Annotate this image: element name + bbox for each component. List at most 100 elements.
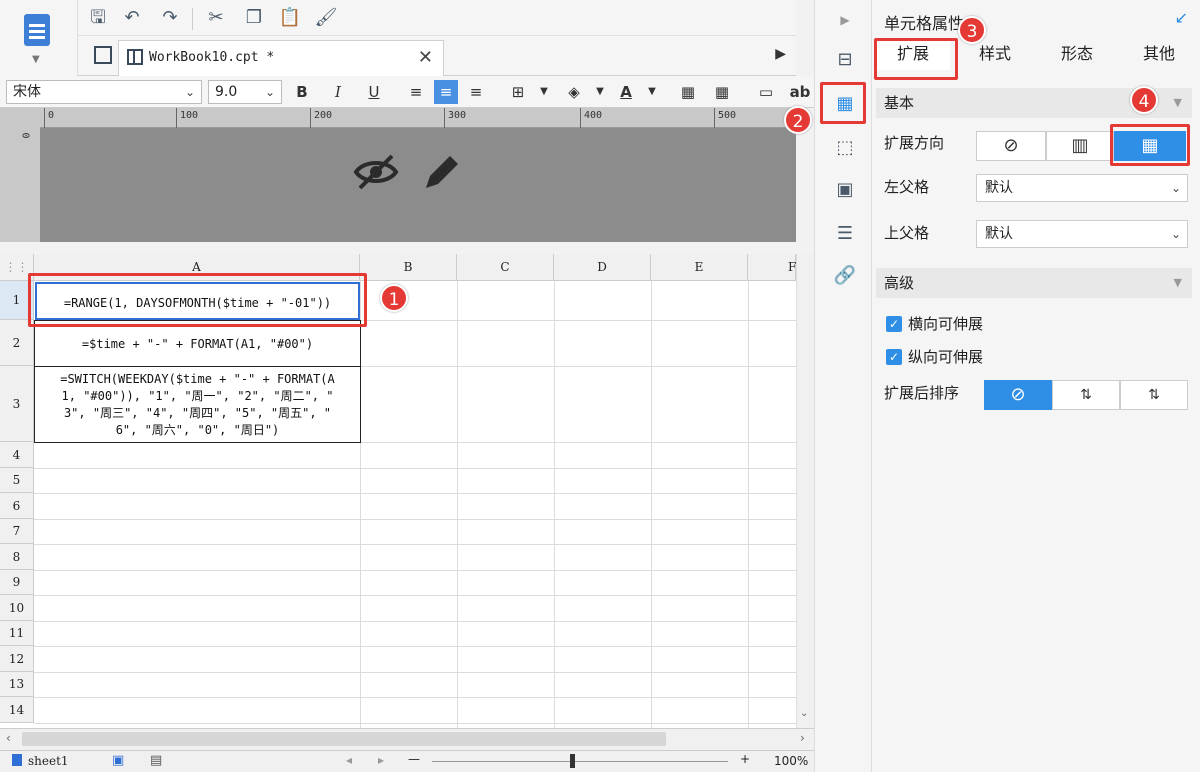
tab-workbook[interactable]: WorkBook10.cpt * ✕ — [118, 40, 444, 76]
row-header-6[interactable]: 6 — [0, 493, 34, 519]
template-icon[interactable]: ⊟ — [833, 48, 857, 72]
font-size-select[interactable]: 9.0 ⌄ — [208, 80, 282, 104]
row-header-13[interactable]: 13 — [0, 672, 34, 697]
edit-pencil-icon[interactable] — [420, 150, 464, 198]
align-left-icon[interactable]: ≡ — [404, 80, 428, 104]
row-header-9[interactable]: 9 — [0, 570, 34, 595]
zoom-slider-track[interactable] — [432, 761, 728, 762]
hidden-eye-icon[interactable] — [352, 152, 400, 196]
link-icon[interactable]: 🔗 — [833, 264, 857, 288]
grid-line — [34, 621, 796, 622]
unmerge-cells-icon[interactable]: ▦ — [710, 80, 734, 104]
paste-icon[interactable]: 📋 — [278, 6, 302, 30]
text-field-icon[interactable]: ▭ — [754, 80, 778, 104]
next-sheet-icon[interactable]: ▸ — [378, 753, 384, 767]
expand-vertical-button[interactable]: ▥ — [1046, 131, 1114, 161]
tab-other[interactable]: 其他 — [1122, 38, 1196, 70]
column-header-d[interactable]: D — [554, 254, 651, 281]
sort-descending-button[interactable]: ⇅ — [1120, 380, 1188, 410]
undo-icon[interactable]: ↶ — [120, 6, 144, 30]
bold-button[interactable]: B — [290, 80, 314, 104]
pop-out-icon[interactable]: ↙ — [1175, 8, 1188, 27]
app-logo[interactable]: ▼ — [0, 0, 78, 76]
ruler-label: 500 — [718, 110, 737, 121]
sort-ascending-button[interactable]: ⇅ — [1052, 380, 1120, 410]
row-header-12[interactable]: 12 — [0, 646, 34, 672]
column-header-e[interactable]: E — [651, 254, 748, 281]
add-form-sheet-icon[interactable]: ▤ — [150, 753, 162, 768]
align-right-icon[interactable]: ≡ — [464, 80, 488, 104]
underline-button[interactable]: U — [362, 80, 386, 104]
copy-icon[interactable]: ❐ — [242, 6, 266, 30]
font-family-select[interactable]: 宋体 ⌄ — [6, 80, 202, 104]
annotation-badge-3: 3 — [958, 16, 986, 44]
row-header-10[interactable]: 10 — [0, 595, 34, 621]
zoom-slider-handle[interactable] — [570, 754, 575, 768]
column-header-c[interactable]: C — [457, 254, 554, 281]
scroll-left-icon[interactable]: ‹ — [6, 731, 11, 745]
row-header-8[interactable]: 8 — [0, 544, 34, 570]
scrollbar-thumb[interactable] — [22, 732, 666, 746]
row-header-4[interactable]: 4 — [0, 442, 34, 468]
condition-icon[interactable]: ☰ — [833, 222, 857, 246]
collapse-icon[interactable]: ▶ — [833, 8, 857, 32]
grid-line — [457, 281, 458, 728]
cell-a2[interactable]: =$time + "-" + FORMAT(A1, "#00") — [34, 320, 361, 367]
vertical-extend-checkbox[interactable]: ✓ — [886, 349, 902, 365]
cut-icon[interactable]: ✂ — [204, 6, 228, 30]
row-header-5[interactable]: 5 — [0, 468, 34, 493]
float-element-icon[interactable]: ⬚ — [833, 136, 857, 160]
section-advanced[interactable]: 高级 ▼ — [876, 268, 1192, 298]
horizontal-extend-checkbox[interactable]: ✓ — [886, 316, 902, 332]
close-icon[interactable]: ✕ — [418, 47, 433, 68]
column-header-a[interactable]: A — [34, 254, 360, 281]
row-header-2[interactable]: 2 — [0, 320, 34, 366]
column-header-b[interactable]: B — [360, 254, 457, 281]
expand-none-button[interactable]: ⊘ — [976, 131, 1046, 161]
tab-form[interactable]: 形态 — [1040, 38, 1114, 70]
widget-icon[interactable]: ▣ — [833, 178, 857, 202]
fill-color-icon[interactable]: ◈ — [562, 80, 586, 104]
grid-icon[interactable] — [94, 46, 112, 64]
tab-expand[interactable]: 扩展 — [876, 38, 950, 70]
row-header-7[interactable]: 7 — [0, 519, 34, 544]
text-label-button[interactable]: ab — [788, 80, 812, 104]
chevron-down-icon[interactable]: ▼ — [532, 80, 556, 104]
expand-horizontal-button[interactable]: ▦ — [1114, 131, 1186, 161]
format-painter-icon[interactable]: 🖌 — [314, 6, 338, 30]
vertical-scrollbar[interactable]: ⌄ — [796, 254, 814, 728]
select-all-corner[interactable]: ⋮⋮ — [0, 254, 34, 281]
top-parent-select[interactable]: 默认 ⌄ — [976, 220, 1188, 248]
cell-a2-text: =$time + "-" + FORMAT(A1, "#00") — [81, 337, 314, 351]
font-family-value: 宋体 — [13, 84, 41, 100]
row-header-14[interactable]: 14 — [0, 697, 34, 723]
chevron-down-icon[interactable]: ▼ — [640, 80, 664, 104]
font-color-icon[interactable]: A — [614, 80, 638, 104]
prev-sheet-icon[interactable]: ◂ — [346, 753, 352, 767]
row-header-1[interactable]: 1 — [0, 281, 34, 320]
cell-attribute-icon[interactable]: ▦ — [833, 92, 857, 116]
sort-none-button[interactable]: ⊘ — [984, 380, 1052, 410]
row-header-3[interactable]: 3 — [0, 366, 34, 442]
save-icon[interactable]: 🖫 — [86, 6, 110, 30]
chevron-down-icon[interactable]: ▼ — [588, 80, 612, 104]
column-header-f[interactable]: F — [748, 254, 796, 281]
merge-cells-icon[interactable]: ▦ — [676, 80, 700, 104]
chevron-down-icon: ▼ — [1173, 96, 1182, 109]
scroll-down-icon[interactable]: ⌄ — [800, 708, 808, 719]
left-parent-select[interactable]: 默认 ⌄ — [976, 174, 1188, 202]
border-icon[interactable]: ⊞ — [506, 80, 530, 104]
scroll-right-icon[interactable]: › — [800, 731, 805, 745]
align-center-icon[interactable]: ≡ — [434, 80, 458, 104]
pin-icon[interactable]: ▶ — [775, 46, 786, 62]
italic-button[interactable]: I — [326, 80, 350, 104]
row-header-11[interactable]: 11 — [0, 621, 34, 646]
zoom-out-button[interactable]: — — [408, 752, 420, 766]
cell-a3[interactable]: =SWITCH(WEEKDAY($time + "-" + FORMAT(A 1… — [34, 366, 361, 443]
zoom-in-button[interactable]: + — [740, 752, 750, 766]
redo-icon[interactable]: ↷ — [158, 6, 182, 30]
horizontal-scrollbar[interactable]: ‹ › — [0, 728, 814, 750]
cell-a1[interactable]: =RANGE(1, DAYSOFMONTH($time + "-01")) — [35, 282, 360, 320]
sheet-tab[interactable]: sheet1 — [28, 754, 69, 768]
add-sheet-icon[interactable]: ▣ — [112, 753, 124, 768]
